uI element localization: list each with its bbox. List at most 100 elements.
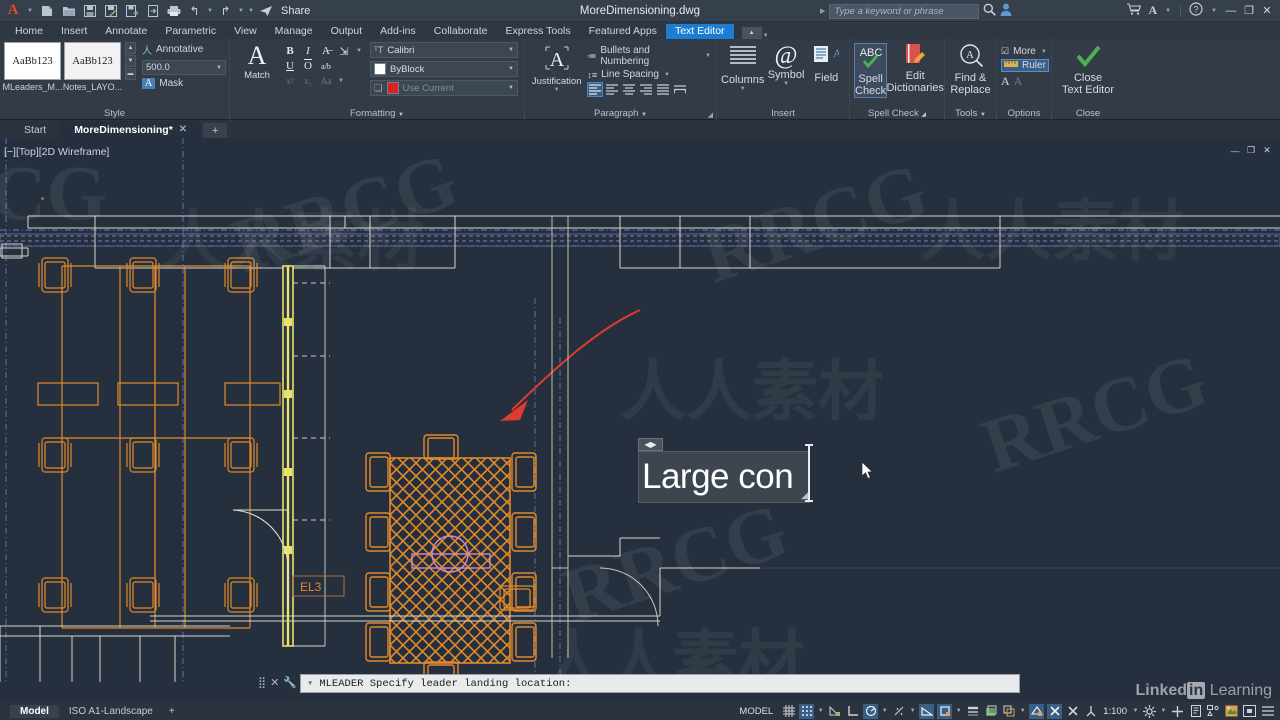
lineweight-icon[interactable] <box>965 704 980 719</box>
background-mask-dropdown[interactable]: ❏ Use Current ▼ <box>370 80 518 96</box>
close-button[interactable]: ✕ <box>1258 1 1276 20</box>
align-center-icon[interactable] <box>621 82 637 97</box>
style-expand-icon[interactable]: ▬ <box>125 68 136 80</box>
add-scale-icon[interactable] <box>1170 704 1185 719</box>
annotation-visibility-caret-icon[interactable]: ▼ <box>1160 708 1167 714</box>
restore-button[interactable]: ❐ <box>1240 1 1258 20</box>
chevron-down-icon[interactable]: ▼ <box>508 47 514 53</box>
ribbon-tab-featured-apps[interactable]: Featured Apps <box>580 24 666 39</box>
ribbon-tab-view[interactable]: View <box>225 24 266 39</box>
drawing-canvas[interactable]: [−][Top][2D Wireframe] — ❐ ✕ EL3 ◀▶ Larg… <box>0 138 1280 682</box>
style-scroll-up-icon[interactable]: ▲ <box>125 42 136 54</box>
polar-caret-icon[interactable]: ▼ <box>881 708 888 714</box>
plot-icon[interactable] <box>164 2 183 20</box>
search-input[interactable]: Type a keyword or phrase <box>829 3 980 19</box>
mask-button[interactable]: A Mask <box>142 78 226 89</box>
viewport-close-icon[interactable]: ✕ <box>1260 144 1274 157</box>
isodraft-caret-icon[interactable]: ▼ <box>909 708 916 714</box>
match-properties-button[interactable]: A Match <box>234 42 280 82</box>
layout-tab-model[interactable]: Model <box>10 704 59 718</box>
ribbon-tab-annotate[interactable]: Annotate <box>96 24 156 39</box>
style-scroll-down-icon[interactable]: ▼ <box>125 55 136 67</box>
symbol-button[interactable]: @ Symbol ▼ <box>767 43 805 88</box>
annotation-scale-value[interactable]: 1:100 <box>1101 706 1129 717</box>
save-file-icon[interactable] <box>80 2 99 20</box>
ribbon-tab-home[interactable]: Home <box>6 24 52 39</box>
ribbon-minimize-icon[interactable]: ▲ <box>741 27 762 39</box>
close-tab-icon[interactable]: ✕ <box>179 124 187 135</box>
annotation-visibility-icon[interactable] <box>1142 704 1157 719</box>
ribbon-tab-text-editor[interactable]: Text Editor <box>665 24 734 39</box>
align-left-icon[interactable] <box>604 82 620 97</box>
ribbon-tab-collaborate[interactable]: Collaborate <box>425 24 497 39</box>
ribbon-tab-parametric[interactable]: Parametric <box>156 24 225 39</box>
open-file-icon[interactable] <box>59 2 78 20</box>
change-case-caret-icon[interactable]: ▼ <box>337 78 345 84</box>
add-layout-icon[interactable]: + <box>163 705 181 718</box>
polar-tracking-icon[interactable] <box>863 703 879 719</box>
qat-customize-caret-icon[interactable]: ▼ <box>247 8 255 14</box>
align-justify-icon[interactable] <box>655 82 671 97</box>
bullets-numbering-button[interactable]: ≔ Bullets and Numbering ▼ <box>587 45 712 67</box>
search-caret-icon[interactable]: ▶ <box>820 7 825 15</box>
align-left-selected-icon[interactable] <box>587 82 604 97</box>
isolate-objects-icon[interactable] <box>1242 704 1257 719</box>
app-menu-caret-icon[interactable]: ▼ <box>26 8 34 14</box>
bold-button[interactable]: B <box>283 44 297 58</box>
font-dropdown[interactable]: ᵀT Calibri ▼ <box>370 42 518 58</box>
command-line-grip[interactable]: ⣿ ✕ 🔧 <box>258 676 297 689</box>
chevron-down-icon[interactable]: ▼ <box>980 112 986 118</box>
selection-cycling-icon[interactable] <box>1001 704 1016 719</box>
layout-tab-iso-a1[interactable]: ISO A1-Landscape <box>59 705 163 718</box>
spell-check-button[interactable]: ABC Spell Check <box>854 43 888 98</box>
3d-object-snap-icon[interactable] <box>1029 703 1045 719</box>
mtext-value[interactable]: Large con <box>639 452 809 502</box>
stack-button[interactable]: a/b <box>319 59 333 73</box>
ortho-mode-icon[interactable] <box>845 704 860 719</box>
snap-mode-icon[interactable] <box>799 703 815 719</box>
command-settings-icon[interactable]: 🔧 <box>283 676 297 689</box>
text-height-dropdown[interactable]: 500.0 ▼ <box>142 60 226 75</box>
chevron-down-icon[interactable]: ▼ <box>641 112 647 118</box>
chevron-down-icon[interactable]: ▼ <box>1040 49 1048 55</box>
open-from-web-icon[interactable] <box>143 2 162 20</box>
command-drag-handle-icon[interactable]: ⣿ <box>258 676 266 689</box>
mtext-editor-box[interactable]: ◀▶ Large con ◢ <box>638 438 810 503</box>
chevron-down-icon[interactable]: ▼ <box>663 72 671 78</box>
spell-check-dialog-launcher-icon[interactable]: ◢ <box>921 112 926 118</box>
annotative-toggle[interactable]: 人 Annotative <box>142 42 226 57</box>
columns-caret-icon[interactable]: ▼ <box>739 86 747 92</box>
close-text-editor-button[interactable]: Close Text Editor <box>1058 43 1118 96</box>
subscript-button[interactable]: x₂ <box>301 74 315 88</box>
help-caret-icon[interactable]: ▼ <box>1210 8 1218 14</box>
ribbon-tab-output[interactable]: Output <box>322 24 372 39</box>
redo-icon[interactable]: ↱ <box>216 2 235 20</box>
style-swatch-notes[interactable]: AaBb123 Notes_LAYO... <box>63 42 122 92</box>
snap-caret-icon[interactable]: ▼ <box>817 708 824 714</box>
isometric-drafting-icon[interactable] <box>891 704 906 719</box>
save-to-web-icon[interactable] <box>122 2 141 20</box>
customization-icon[interactable] <box>1260 704 1275 719</box>
command-close-icon[interactable]: ✕ <box>270 676 279 689</box>
undo-icon[interactable]: ↰ <box>185 2 204 20</box>
align-right-icon[interactable] <box>638 82 654 97</box>
undo-caret-icon[interactable]: ▼ <box>206 8 214 14</box>
field-button[interactable]: A Field <box>808 43 845 84</box>
command-line[interactable]: ▾ MLEADER Specify leader landing locatio… <box>300 674 1020 693</box>
chevron-down-icon[interactable]: ▼ <box>216 65 222 71</box>
minimize-button[interactable]: — <box>1222 1 1240 20</box>
symbol-caret-icon[interactable]: ▼ <box>782 81 790 87</box>
dynamic-ucs-icon[interactable] <box>1047 703 1063 719</box>
charmap-dim-icon[interactable]: A <box>1014 74 1023 89</box>
chevron-down-icon[interactable]: ▼ <box>508 66 514 72</box>
object-snap-tracking-icon[interactable] <box>919 703 935 719</box>
ribbon-tab-insert[interactable]: Insert <box>52 24 96 39</box>
overline-button[interactable]: O <box>301 59 315 73</box>
change-case-button[interactable]: Aa <box>319 74 333 88</box>
grid-display-icon[interactable] <box>781 704 796 719</box>
autodesk-account-icon[interactable]: A <box>1148 3 1157 18</box>
model-space-button[interactable]: MODEL <box>734 706 778 717</box>
transparency-icon[interactable] <box>983 704 998 719</box>
infer-constraints-icon[interactable] <box>827 704 842 719</box>
justification-button[interactable]: A Justification ▼ <box>529 42 584 93</box>
